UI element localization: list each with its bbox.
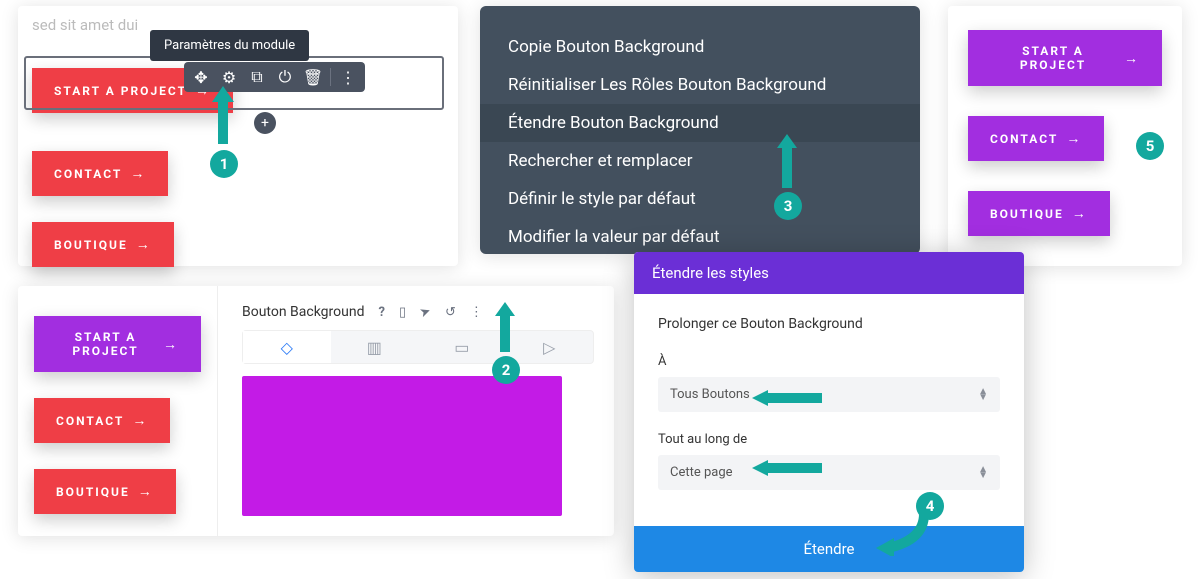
editor-preview-column: START A PROJECT → CONTACT → BOUTIQUE → — [18, 286, 218, 536]
label-to: À — [658, 354, 1000, 369]
ctx-reset-roles[interactable]: Réinitialiser Les Rôles Bouton Backgroun… — [480, 66, 920, 104]
select-scope[interactable]: Cette page ▲▼ — [658, 455, 1000, 490]
boutique-button[interactable]: BOUTIQUE → — [32, 222, 174, 267]
button-label: CONTACT — [990, 132, 1058, 146]
step-3-badge: 3 — [774, 192, 802, 220]
arrow-icon: → — [130, 165, 146, 182]
label-scope: Tout au long de — [658, 432, 1000, 447]
toolbar-separator — [330, 68, 331, 86]
arrow-icon: → — [1066, 130, 1082, 147]
ctx-set-default[interactable]: Définir le style par défaut — [480, 180, 920, 218]
modal-title: Prolonger ce Bouton Background — [658, 316, 1000, 332]
arrow-icon: → — [138, 483, 154, 500]
boutique-button[interactable]: BOUTIQUE → — [34, 469, 176, 514]
button-label: BOUTIQUE — [990, 207, 1064, 221]
color-swatch[interactable] — [242, 376, 562, 516]
bg-gradient-tab[interactable] — [331, 331, 419, 363]
modal-header: Étendre les styles — [634, 252, 1024, 294]
select-value: Cette page — [670, 465, 733, 480]
bg-color-tab[interactable] — [243, 331, 331, 363]
boutique-button[interactable]: BOUTIQUE → — [968, 191, 1110, 236]
contact-button[interactable]: CONTACT → — [34, 398, 170, 443]
arrow-icon: → — [136, 236, 152, 253]
extend-styles-modal: Étendre les styles Prolonger ce Bouton B… — [634, 252, 1024, 572]
contact-button[interactable]: CONTACT → — [32, 151, 168, 196]
reset-icon[interactable] — [445, 305, 456, 320]
trash-icon[interactable] — [302, 66, 324, 88]
image-icon — [454, 338, 469, 357]
step-1-badge: 1 — [210, 150, 238, 178]
droplet-icon — [281, 338, 293, 357]
arrow-icon: → — [132, 412, 148, 429]
start-project-button[interactable]: START A PROJECT → — [34, 316, 201, 372]
button-label: CONTACT — [56, 414, 124, 428]
contact-button[interactable]: CONTACT → — [968, 116, 1104, 161]
gradient-icon — [367, 338, 382, 357]
section-title-text: Bouton Background — [242, 304, 364, 320]
button-label: START A PROJECT — [990, 44, 1116, 72]
move-icon[interactable] — [190, 66, 212, 88]
style-editor-panel: START A PROJECT → CONTACT → BOUTIQUE → B… — [18, 286, 614, 536]
button-label: BOUTIQUE — [54, 238, 128, 252]
step-3-arrow — [772, 134, 802, 190]
arrow-icon: → — [163, 336, 179, 353]
step-2-arrow — [490, 302, 520, 354]
add-module-button[interactable]: + — [254, 112, 276, 134]
button-label: START A PROJECT — [56, 330, 155, 358]
step-4-arrow-scope — [752, 458, 822, 478]
select-value: Tous Boutons — [670, 387, 750, 402]
arrow-icon: → — [1124, 50, 1140, 67]
extend-button[interactable]: Étendre — [634, 526, 1024, 572]
ctx-find-replace[interactable]: Rechercher et remplacer — [480, 142, 920, 180]
arrow-icon: → — [1072, 205, 1088, 222]
responsive-icon[interactable] — [399, 305, 406, 320]
power-icon[interactable] — [274, 66, 296, 88]
step-4-arrow-to-a — [752, 388, 822, 408]
button-label: START A PROJECT — [54, 84, 187, 98]
module-tooltip: Paramètres du module — [150, 30, 309, 61]
duplicate-icon[interactable] — [246, 66, 268, 88]
more-icon[interactable] — [337, 66, 359, 88]
step-1-arrow — [206, 86, 240, 146]
start-project-button[interactable]: START A PROJECT → — [968, 30, 1162, 86]
editor-settings-column: Bouton Background — [218, 286, 614, 536]
step-4-badge: 4 — [916, 492, 944, 520]
background-tab-row — [242, 330, 594, 364]
help-icon[interactable] — [378, 305, 384, 320]
ctx-copy[interactable]: Copie Bouton Background — [480, 28, 920, 66]
updown-icon: ▲▼ — [978, 389, 988, 401]
ctx-edit-default[interactable]: Modifier la valeur par défaut — [480, 218, 920, 254]
gear-icon[interactable] — [218, 66, 240, 88]
select-to[interactable]: Tous Boutons ▲▼ — [658, 377, 1000, 412]
hover-icon[interactable] — [420, 305, 431, 320]
step-5-badge: 5 — [1136, 132, 1164, 160]
context-menu: Copie Bouton Background Réinitialiser Le… — [480, 6, 920, 254]
button-label: CONTACT — [54, 167, 122, 181]
button-label: BOUTIQUE — [56, 485, 130, 499]
updown-icon: ▲▼ — [978, 467, 988, 479]
section-header: Bouton Background — [242, 304, 594, 320]
video-icon — [543, 338, 555, 357]
ctx-extend[interactable]: Étendre Bouton Background — [480, 104, 920, 142]
more-icon[interactable] — [470, 305, 483, 320]
step-2-badge: 2 — [492, 356, 520, 384]
